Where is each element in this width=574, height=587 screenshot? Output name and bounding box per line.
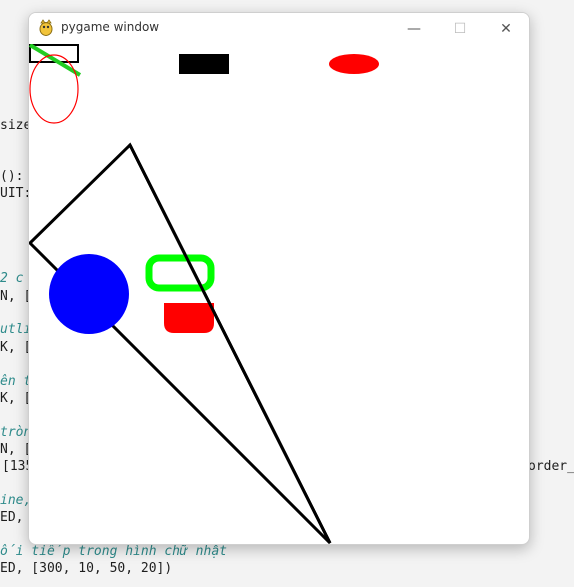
code-line: ED, bbox=[0, 510, 24, 525]
minimize-button[interactable]: — bbox=[391, 13, 437, 44]
title-bar[interactable]: pygame window — ☐ ✕ bbox=[29, 13, 529, 44]
black-filled-rect bbox=[179, 54, 229, 74]
black-triangle bbox=[29, 142, 332, 544]
triangle-edge-overlay bbox=[128, 144, 332, 544]
maximize-icon: ☐ bbox=[453, 20, 467, 37]
code-comment: 2 c bbox=[0, 271, 24, 286]
minimize-icon: — bbox=[407, 20, 421, 37]
close-icon: ✕ bbox=[500, 20, 512, 37]
code-line: K, [ bbox=[0, 340, 32, 355]
code-line: N, [ bbox=[0, 289, 32, 304]
code-line: K, [ bbox=[0, 391, 32, 406]
red-filled-ellipse bbox=[329, 54, 379, 74]
pygame-snake-icon bbox=[39, 19, 53, 36]
green-line bbox=[29, 44, 82, 77]
green-rounded-rect bbox=[145, 254, 215, 292]
code-line: size bbox=[0, 118, 32, 133]
red-outline-ellipse bbox=[29, 54, 79, 124]
window-title: pygame window bbox=[61, 20, 160, 34]
code-comment: ine, bbox=[0, 493, 32, 508]
code-line: UIT: bbox=[0, 186, 32, 201]
code-comment: ối tiếp trong hình chữ nhật bbox=[0, 544, 227, 559]
code-line: N, [ bbox=[0, 442, 32, 457]
maximize-button[interactable]: ☐ bbox=[437, 13, 483, 44]
pygame-canvas[interactable] bbox=[29, 44, 529, 544]
close-button[interactable]: ✕ bbox=[483, 13, 529, 44]
pygame-window[interactable]: pygame window — ☐ ✕ bbox=[28, 12, 530, 545]
code-line: (): bbox=[0, 169, 24, 184]
code-comment: tròn bbox=[0, 425, 32, 440]
blue-circle bbox=[49, 254, 129, 334]
red-rounded-rect bbox=[164, 303, 214, 333]
code-comment: ên t bbox=[0, 374, 32, 389]
code-line: ED, [300, 10, 50, 20]) bbox=[0, 561, 173, 576]
code-line: order_ bbox=[528, 459, 574, 474]
